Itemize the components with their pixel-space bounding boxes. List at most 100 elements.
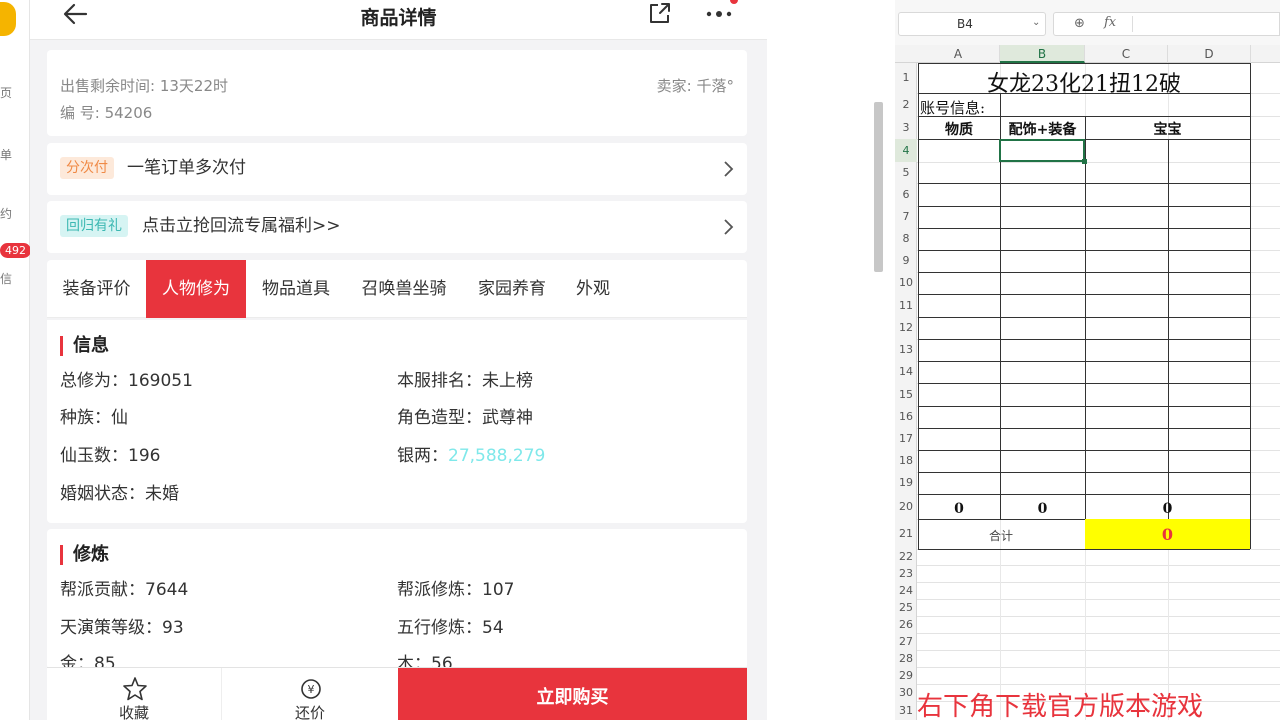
formula-input[interactable]: ⊕ fx (1053, 12, 1280, 36)
nav-label-home[interactable]: 页 (0, 84, 30, 101)
row-header-3[interactable]: 3 (895, 116, 917, 139)
gang-cultivation: 帮派修炼：107 (397, 580, 515, 600)
screen: 页 单 约 492 信 商品详情 出售剩余时间: 13天22时 卖家: 千落° … (0, 0, 1280, 720)
row-header-1[interactable]: 1 (895, 63, 917, 93)
row-header-19[interactable]: 19 (895, 472, 917, 494)
return-gift-text: 点击立抢回流专属福利>> (142, 216, 341, 236)
name-box[interactable]: B4 ⌄ (898, 12, 1046, 36)
column-header-a[interactable]: A (917, 45, 1000, 63)
tab-character-cultivation[interactable]: 人物修为 (146, 260, 246, 318)
nav-label-orders[interactable]: 单 (0, 146, 30, 163)
chevron-right-icon (724, 161, 734, 177)
row-header-31[interactable]: 31 (895, 701, 917, 720)
sheet-title-cell[interactable]: 女龙23化21扭12破 (918, 66, 1250, 98)
row-header-8[interactable]: 8 (895, 228, 917, 250)
row-header-13[interactable]: 13 (895, 339, 917, 361)
product-detail-panel: 商品详情 出售剩余时间: 13天22时 卖家: 千落° 编 号: 54206 分… (30, 0, 767, 720)
row-header-18[interactable]: 18 (895, 450, 917, 472)
favorite-button[interactable]: 收藏 (47, 668, 222, 720)
row-header-27[interactable]: 27 (895, 633, 917, 650)
section-heading-info: 信息 (60, 336, 109, 356)
row-header-28[interactable]: 28 (895, 650, 917, 667)
tab-equipment-rating[interactable]: 装备评价 (47, 260, 146, 318)
column-header-d[interactable]: D (1168, 45, 1251, 63)
header-cell-accessories-equipment[interactable]: 配饰+装备 (1000, 119, 1085, 139)
row-headers: 1 2 3 4 5 6 7 8 9 10 11 12 13 14 15 16 17 18 19 20 21 22 23 24 2… (895, 63, 917, 720)
row-header-23[interactable]: 23 (895, 565, 917, 582)
return-gift-row[interactable]: 回归有礼 点击立抢回流专属福利>> (47, 201, 747, 253)
row-header-17[interactable]: 17 (895, 428, 917, 450)
share-icon[interactable] (647, 1, 673, 25)
row-header-11[interactable]: 11 (895, 294, 917, 317)
chevron-right-icon (724, 219, 734, 235)
tianyance-level: 天演策等级：93 (60, 618, 184, 638)
scrollbar[interactable] (874, 102, 883, 272)
row-header-30[interactable]: 30 (895, 684, 917, 701)
column-header-c[interactable]: C (1085, 45, 1168, 63)
formula-divider (1132, 16, 1133, 32)
tab-items[interactable]: 物品道具 (246, 260, 346, 318)
row-header-12[interactable]: 12 (895, 317, 917, 339)
message-badge: 492 (0, 243, 31, 258)
installment-text: 一笔订单多次付 (127, 158, 246, 178)
installment-tag: 分次付 (60, 157, 114, 179)
sum-label-cell[interactable]: 合计 (918, 527, 1084, 544)
sum-value-cell[interactable]: 0 (1085, 525, 1250, 544)
row-header-4[interactable]: 4 (895, 139, 917, 162)
name-box-value: B4 (957, 17, 973, 31)
remaining-time: 出售剩余时间: 13天22时 (60, 77, 228, 95)
promo-overlay-text: 右下角下载官方版本游戏 (917, 692, 1204, 720)
tab-appearance[interactable]: 外观 (562, 260, 624, 318)
bell-icon[interactable] (0, 2, 16, 36)
buy-now-button[interactable]: 立即购买 (398, 668, 747, 720)
installment-row[interactable]: 分次付 一笔订单多次付 (47, 143, 747, 195)
info-section: 信息 总修为：169051 本服排名：未上榜 种族：仙 角色造型：武尊神 仙玉数… (47, 320, 747, 523)
row-header-20[interactable]: 20 (895, 494, 917, 519)
account-info-label[interactable]: 账号信息: (920, 97, 985, 118)
spreadsheet: B4 ⌄ ⊕ fx A B C D 1 2 3 4 5 6 7 8 9 10 11 12 13 14 15 1… (895, 0, 1280, 720)
race: 种族：仙 (60, 408, 128, 428)
row-header-21[interactable]: 21 (895, 519, 917, 549)
nav-label-appointment[interactable]: 约 (0, 205, 30, 222)
zoom-icon[interactable]: ⊕ (1074, 16, 1085, 31)
sale-summary-card: 出售剩余时间: 13天22时 卖家: 千落° 编 号: 54206 (47, 50, 747, 136)
server-rank: 本服排名：未上榜 (397, 371, 533, 391)
row-header-10[interactable]: 10 (895, 272, 917, 294)
tab-pets-mounts[interactable]: 召唤兽坐骑 (346, 260, 462, 318)
cultivation-section: 修炼 帮派贡献：7644 帮派修炼：107 天演策等级：93 五行修炼：54 金… (47, 529, 747, 674)
row-header-14[interactable]: 14 (895, 361, 917, 383)
bargain-button[interactable]: ¥ 还价 (222, 668, 398, 720)
row-header-29[interactable]: 29 (895, 667, 917, 684)
formula-bar: B4 ⌄ ⊕ fx (895, 0, 1280, 45)
seller-name[interactable]: 卖家: 千落° (657, 75, 734, 96)
cell-grid[interactable]: 女龙23化21扭12破 账号信息: 物质 配饰+装备 宝宝 0 0 0 合计 0 (917, 63, 1280, 720)
nav-label-messages[interactable]: 信 (0, 270, 30, 287)
more-options-icon[interactable] (704, 4, 734, 20)
tab-home-rearing[interactable]: 家园养育 (462, 260, 562, 318)
row-header-6[interactable]: 6 (895, 183, 917, 206)
total-cell-b20[interactable]: 0 (1000, 501, 1085, 517)
row-header-7[interactable]: 7 (895, 206, 917, 228)
marriage-status: 婚姻状态：未婚 (60, 484, 179, 504)
yen-coin-icon: ¥ (301, 679, 321, 699)
total-cell-a20[interactable]: 0 (918, 501, 1000, 517)
row-header-16[interactable]: 16 (895, 406, 917, 428)
row-header-9[interactable]: 9 (895, 250, 917, 272)
row-header-15[interactable]: 15 (895, 383, 917, 406)
favorite-label: 收藏 (118, 704, 149, 720)
row-header-2[interactable]: 2 (895, 93, 917, 116)
column-header-b[interactable]: B (1000, 45, 1085, 63)
row-header-5[interactable]: 5 (895, 162, 917, 183)
character-model: 角色造型：武尊神 (397, 408, 533, 428)
row-header-22[interactable]: 22 (895, 549, 917, 565)
header-cell-material[interactable]: 物质 (918, 119, 1000, 139)
silver-value: 27,588,279 (448, 446, 546, 466)
row-header-26[interactable]: 26 (895, 616, 917, 633)
fx-icon[interactable]: fx (1104, 15, 1116, 30)
row-header-24[interactable]: 24 (895, 582, 917, 599)
total-cell-c20[interactable]: 0 (1085, 501, 1250, 517)
selected-cell-b4[interactable] (999, 139, 1087, 164)
row-header-25[interactable]: 25 (895, 599, 917, 616)
header-cell-pets[interactable]: 宝宝 (1085, 119, 1250, 139)
silver-label: 银两： (397, 446, 448, 466)
